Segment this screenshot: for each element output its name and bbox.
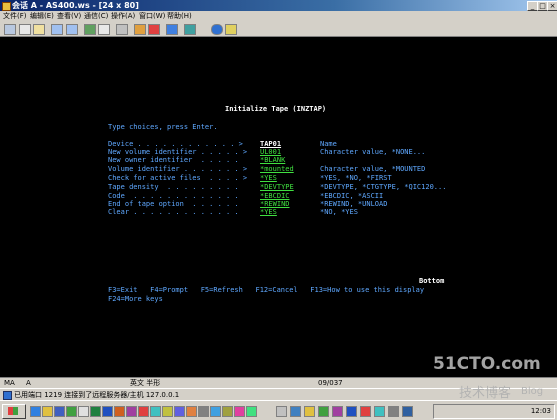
taskbar: 12:03 <box>0 400 557 420</box>
screen-title: Initialize Tape (INZTAP) <box>225 105 327 113</box>
field-input-volume-id[interactable]: *mounted <box>260 165 294 173</box>
screen-instruction: Type choices, press Enter. <box>108 123 218 131</box>
taskbar-window-icon-2[interactable] <box>290 406 301 417</box>
field-hint-end-of-tape: *REWIND, *UNLOAD <box>320 200 388 208</box>
field-label-end-of-tape: End of tape option . . . . . . <box>108 200 239 208</box>
taskbar-window-icon-8[interactable] <box>374 406 385 417</box>
quicklaunch-ppt-icon[interactable] <box>114 406 125 417</box>
quicklaunch-app-icon-6[interactable] <box>186 406 197 417</box>
keyboard-icon[interactable] <box>98 24 110 35</box>
copy-icon[interactable] <box>19 24 31 35</box>
app-icon <box>2 2 11 11</box>
quicklaunch-app-icon-9[interactable] <box>222 406 233 417</box>
field-label-new-volume: New volume identifier . . . . . > <box>108 148 248 156</box>
connection-icon <box>3 391 12 400</box>
macro-icon[interactable] <box>134 24 146 35</box>
field-input-end-of-tape[interactable]: *REWIND <box>260 200 290 208</box>
taskbar-window-icon-4[interactable] <box>318 406 329 417</box>
field-hint-tape-density: *DEVTYPE, *CTGTYPE, *QIC120... <box>320 183 447 191</box>
menu-communication[interactable]: 通信(C) <box>84 11 108 22</box>
taskbar-window-icon-9[interactable] <box>388 406 399 417</box>
field-hint-volume-id: Character value, *MOUNTED <box>320 165 426 173</box>
quicklaunch-app-icon-5[interactable] <box>174 406 185 417</box>
quicklaunch-app-icon-3[interactable] <box>150 406 161 417</box>
menu-edit[interactable]: 编辑(E) <box>30 11 54 22</box>
menu-action[interactable]: 操作(A) <box>111 11 135 22</box>
quicklaunch-app-icon-10[interactable] <box>234 406 245 417</box>
quicklaunch-folder-icon[interactable] <box>42 406 53 417</box>
field-label-tape-density: Tape density . . . . . . . . . <box>108 183 239 191</box>
field-input-device[interactable]: TAP01 <box>260 140 281 148</box>
quicklaunch-excel-icon[interactable] <box>90 406 101 417</box>
terminal-screen[interactable]: Initialize Tape (INZTAP) Type choices, p… <box>0 37 557 377</box>
quicklaunch-app-icon-7[interactable] <box>198 406 209 417</box>
field-label-device: Device . . . . . . . . . . . . > <box>108 140 243 148</box>
quicklaunch-desktop-icon[interactable] <box>54 406 65 417</box>
field-hint-clear: *NO, *YES <box>320 208 358 216</box>
chart-icon[interactable] <box>116 24 128 35</box>
field-input-new-volume[interactable]: UL001 <box>260 148 281 156</box>
field-label-clear: Clear . . . . . . . . . . . . . <box>108 208 239 216</box>
field-hint-check-active: *YES, *NO, *FIRST <box>320 174 392 182</box>
settings-icon[interactable] <box>184 24 196 35</box>
taskbar-window-icon-1[interactable] <box>276 406 287 417</box>
field-label-code: Code . . . . . . . . . . . . . <box>108 192 239 200</box>
start-button[interactable] <box>2 404 26 419</box>
help-icon[interactable] <box>225 24 237 35</box>
globe-icon[interactable] <box>211 24 223 35</box>
field-label-check-active: Check for active files . . . . > <box>108 174 248 182</box>
quicklaunch-app-icon-2[interactable] <box>138 406 149 417</box>
function-keys-line-1: F3=Exit F4=Prompt F5=Refresh F12=Cancel … <box>108 286 425 294</box>
tray-clock[interactable]: 12:03 <box>531 405 551 418</box>
taskbar-window-icon-10[interactable] <box>402 406 413 417</box>
quicklaunch-app-icon-4[interactable] <box>162 406 173 417</box>
taskbar-window-icon-3[interactable] <box>304 406 315 417</box>
system-tray: 12:03 <box>433 404 555 419</box>
field-input-tape-density[interactable]: *DEVTYPE <box>260 183 294 191</box>
display-icon[interactable] <box>84 24 96 35</box>
field-label-new-owner: New owner identifier . . . . . <box>108 156 239 164</box>
menu-help[interactable]: 帮助(H) <box>167 11 192 22</box>
quicklaunch-mail-icon[interactable] <box>78 406 89 417</box>
function-keys-line-2: F24=More keys <box>108 295 163 303</box>
menu-file[interactable]: 文件(F) <box>3 11 27 22</box>
send-icon[interactable] <box>51 24 63 35</box>
taskbar-window-icon-5[interactable] <box>332 406 343 417</box>
paste-icon[interactable] <box>33 24 45 35</box>
record-icon[interactable] <box>148 24 160 35</box>
quicklaunch-media-icon[interactable] <box>66 406 77 417</box>
play-icon[interactable] <box>166 24 178 35</box>
taskbar-window-icon-6[interactable] <box>346 406 357 417</box>
field-hint-code: *EBCDIC, *ASCII <box>320 192 384 200</box>
field-input-clear[interactable]: *YES <box>260 208 277 216</box>
field-label-volume-id: Volume identifier . . . . . . . > <box>108 165 248 173</box>
quicklaunch-app-icon-11[interactable] <box>246 406 257 417</box>
field-hint-new-volume: Character value, *NONE... <box>320 148 426 156</box>
toolbar <box>0 22 557 37</box>
taskbar-window-icon-7[interactable] <box>360 406 371 417</box>
quicklaunch-app-icon-8[interactable] <box>210 406 221 417</box>
menu-bar: 文件(F) 编辑(E) 查看(V) 通信(C) 操作(A) 窗口(W) 帮助(H… <box>0 11 557 22</box>
quicklaunch-word-icon[interactable] <box>102 406 113 417</box>
field-input-new-owner[interactable]: *BLANK <box>260 156 285 164</box>
receive-icon[interactable] <box>66 24 78 35</box>
print-icon[interactable] <box>4 24 16 35</box>
field-hint-device: Name <box>320 140 337 148</box>
windows-logo-icon <box>8 407 18 415</box>
bottom-indicator: Bottom <box>419 277 445 285</box>
field-input-check-active[interactable]: *YES <box>260 174 277 182</box>
field-input-code[interactable]: *EBCDIC <box>260 192 290 200</box>
menu-view[interactable]: 查看(V) <box>57 11 81 22</box>
quicklaunch-ie-icon[interactable] <box>30 406 41 417</box>
window-title: 会话 A - AS400.ws - [24 x 80] <box>12 1 139 10</box>
quicklaunch-app-icon-1[interactable] <box>126 406 137 417</box>
menu-window[interactable]: 窗口(W) <box>139 11 165 22</box>
close-button[interactable]: × <box>547 1 557 11</box>
window-titlebar[interactable]: 会话 A - AS400.ws - [24 x 80] _ □ × <box>0 0 557 11</box>
